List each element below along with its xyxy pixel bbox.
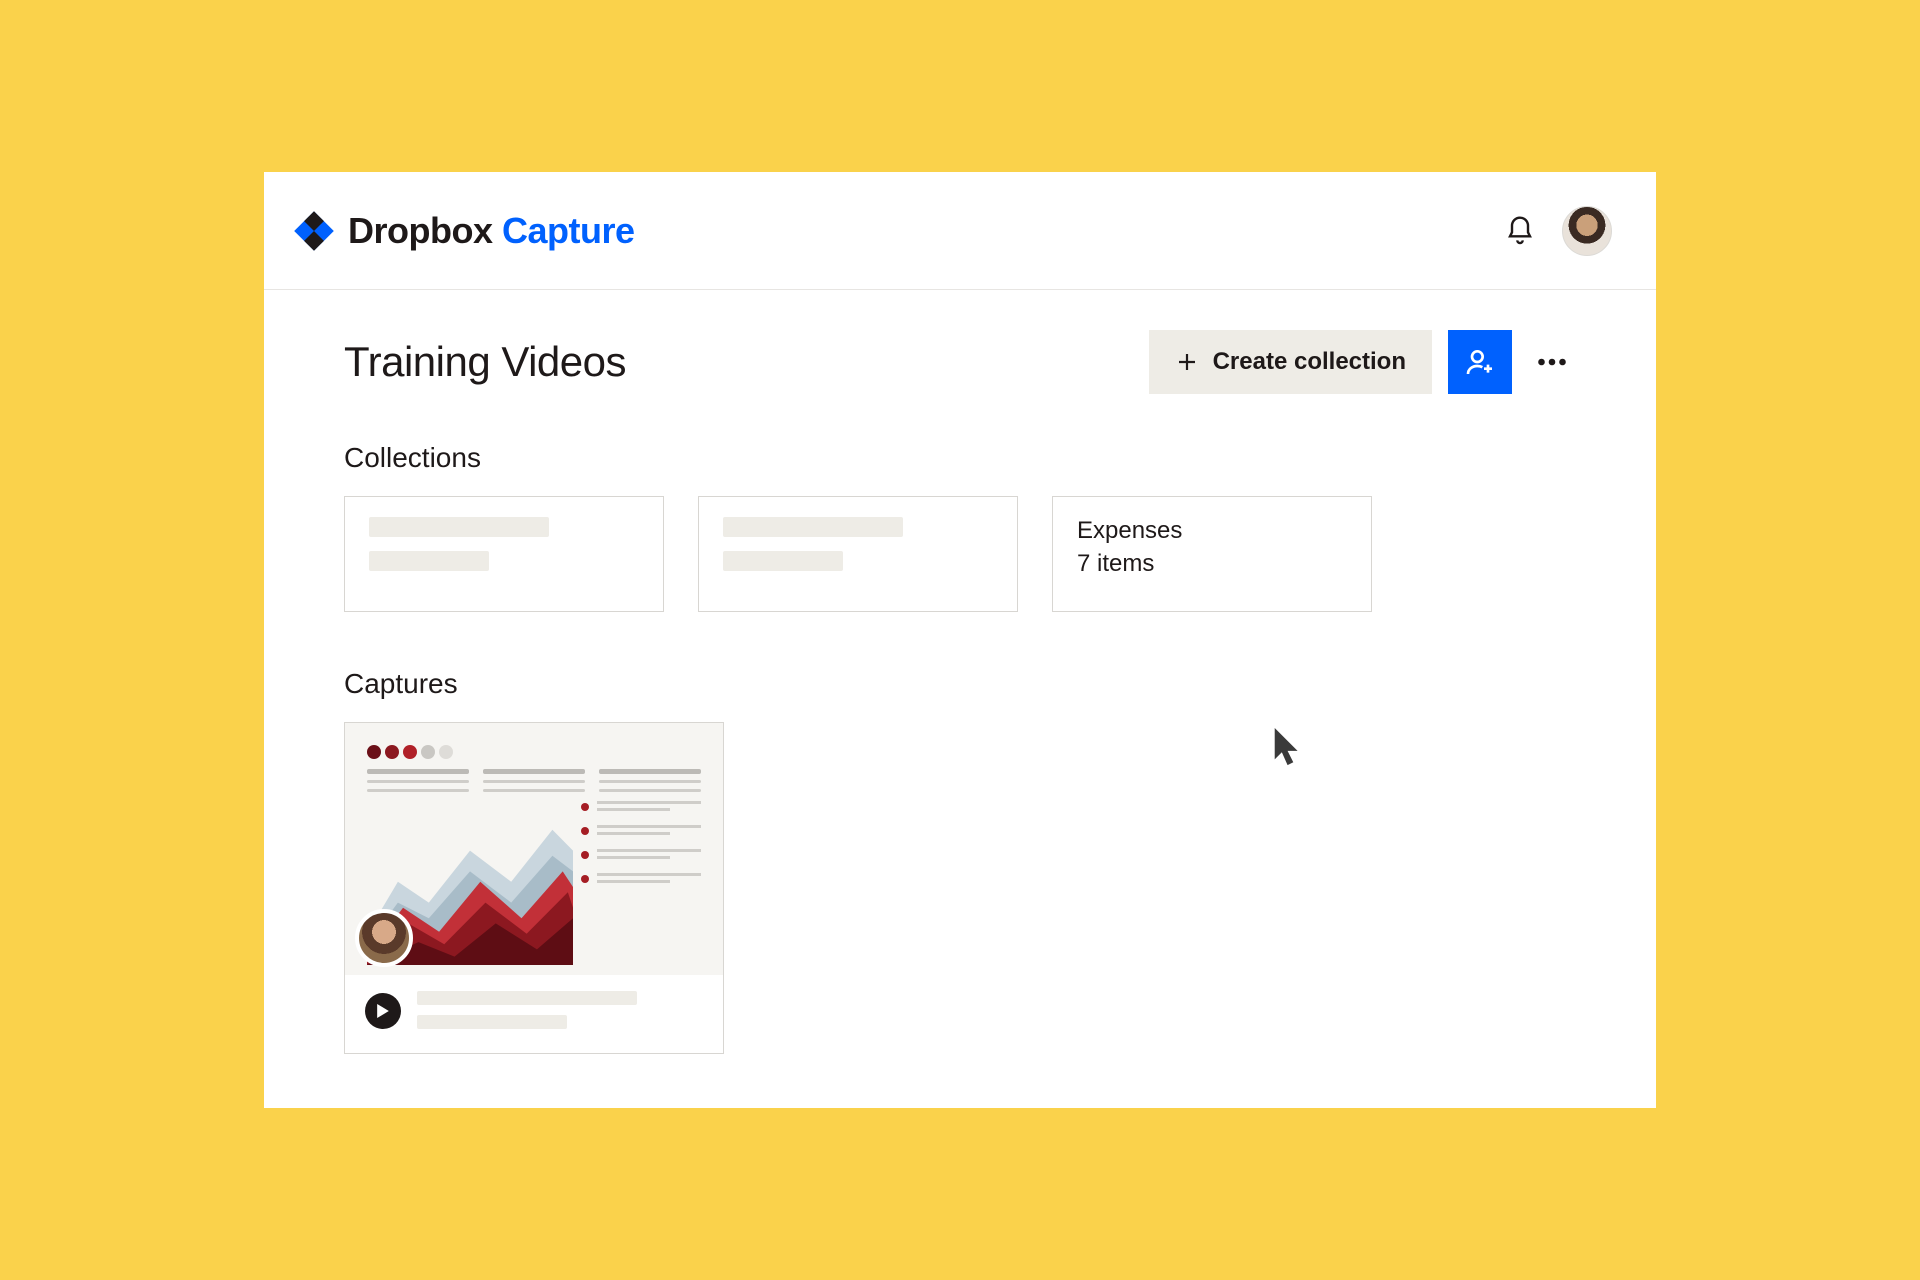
placeholder-line xyxy=(369,517,549,537)
ellipsis-icon xyxy=(1534,344,1570,380)
page-actions: Create collection xyxy=(1149,330,1576,394)
brand-text: Dropbox Capture xyxy=(348,210,635,252)
brand-product: Capture xyxy=(502,210,635,251)
capture-card-footer xyxy=(345,975,723,1053)
placeholder-line xyxy=(369,551,489,571)
play-button[interactable] xyxy=(365,993,401,1029)
app-window: Dropbox Capture Training Videos xyxy=(264,172,1656,1108)
placeholder-line xyxy=(723,517,903,537)
capture-card[interactable] xyxy=(344,722,724,1054)
share-button[interactable] xyxy=(1448,330,1512,394)
more-options-button[interactable] xyxy=(1528,338,1576,386)
brand: Dropbox Capture xyxy=(292,209,635,253)
capture-thumbnail xyxy=(345,723,723,975)
header-actions xyxy=(1504,206,1612,256)
thumbnail-dots xyxy=(367,745,701,759)
collections-heading: Collections xyxy=(344,442,1576,474)
title-row: Training Videos Create collection xyxy=(344,330,1576,394)
captures-heading: Captures xyxy=(344,668,1576,700)
thumbnail-legend xyxy=(581,801,701,883)
page-title: Training Videos xyxy=(344,338,626,386)
play-icon xyxy=(376,1004,390,1018)
create-collection-button[interactable]: Create collection xyxy=(1149,330,1432,394)
brand-name: Dropbox xyxy=(348,210,493,251)
collection-card-expenses[interactable]: Expenses 7 items xyxy=(1052,496,1372,612)
user-avatar[interactable] xyxy=(1562,206,1612,256)
header: Dropbox Capture xyxy=(264,172,1656,290)
collection-name: Expenses xyxy=(1077,517,1347,546)
person-add-icon xyxy=(1464,346,1496,378)
cursor-icon xyxy=(1274,728,1304,768)
dropbox-logo-icon xyxy=(292,209,336,253)
capture-meta-placeholder xyxy=(417,991,703,1029)
notifications-icon[interactable] xyxy=(1504,215,1536,247)
create-collection-label: Create collection xyxy=(1213,348,1406,376)
collections-grid: Expenses 7 items xyxy=(344,496,1576,612)
presenter-avatar xyxy=(355,909,413,967)
collection-card[interactable] xyxy=(698,496,1018,612)
collection-card[interactable] xyxy=(344,496,664,612)
content: Training Videos Create collection xyxy=(264,290,1656,1054)
plus-icon xyxy=(1175,350,1199,374)
collection-item-count: 7 items xyxy=(1077,546,1347,582)
placeholder-line xyxy=(723,551,843,571)
